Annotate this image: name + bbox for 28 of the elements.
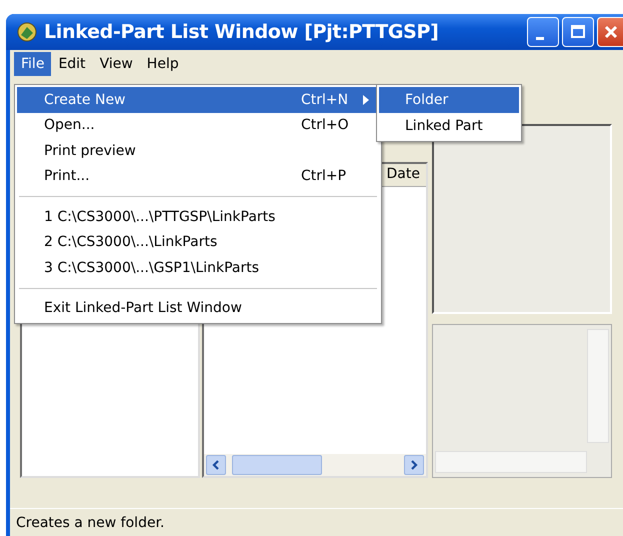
- menu-item[interactable]: File: [14, 52, 52, 76]
- maximize-button[interactable]: [562, 17, 594, 47]
- status-text: Creates a new folder.: [10, 508, 623, 536]
- minimize-icon: [536, 36, 544, 40]
- window-title: Linked-Part List Window [Pjt:PTTGSP]: [44, 21, 440, 43]
- menu-item[interactable]: 2 C:\CS3000\...\LinkParts: [17, 230, 379, 255]
- chevron-right-icon: [409, 460, 419, 470]
- menu-item[interactable]: Linked Part: [379, 113, 519, 139]
- menu-item[interactable]: Open... Ctrl+O: [17, 112, 379, 138]
- close-button[interactable]: [597, 17, 623, 47]
- menu-item[interactable]: Print preview: [17, 138, 379, 164]
- scroll-right-button[interactable]: [404, 455, 424, 475]
- menu-item[interactable]: Help: [140, 52, 186, 76]
- app-icon: [16, 21, 38, 43]
- menu-item[interactable]: Folder: [379, 87, 519, 113]
- horizontal-scrollbar[interactable]: [204, 454, 426, 476]
- scroll-left-button[interactable]: [206, 455, 226, 475]
- chevron-left-icon: [211, 460, 221, 470]
- minimize-button[interactable]: [527, 17, 559, 47]
- menu-item[interactable]: Edit: [51, 52, 93, 76]
- menu-item[interactable]: Create New Ctrl+N: [17, 87, 379, 112]
- menu-item[interactable]: Exit Linked-Part List Window: [17, 296, 379, 321]
- menu-item[interactable]: 1 C:\CS3000\...\PTTGSP\LinkParts: [17, 204, 379, 230]
- scroll-thumb[interactable]: [232, 455, 322, 475]
- submenu-arrow-icon: [363, 94, 369, 105]
- menu-item[interactable]: Print... Ctrl+P: [17, 164, 379, 189]
- menu-item[interactable]: 3 C:\CS3000\...\GSP1\LinkParts: [17, 255, 379, 280]
- menu-item[interactable]: View: [92, 52, 140, 76]
